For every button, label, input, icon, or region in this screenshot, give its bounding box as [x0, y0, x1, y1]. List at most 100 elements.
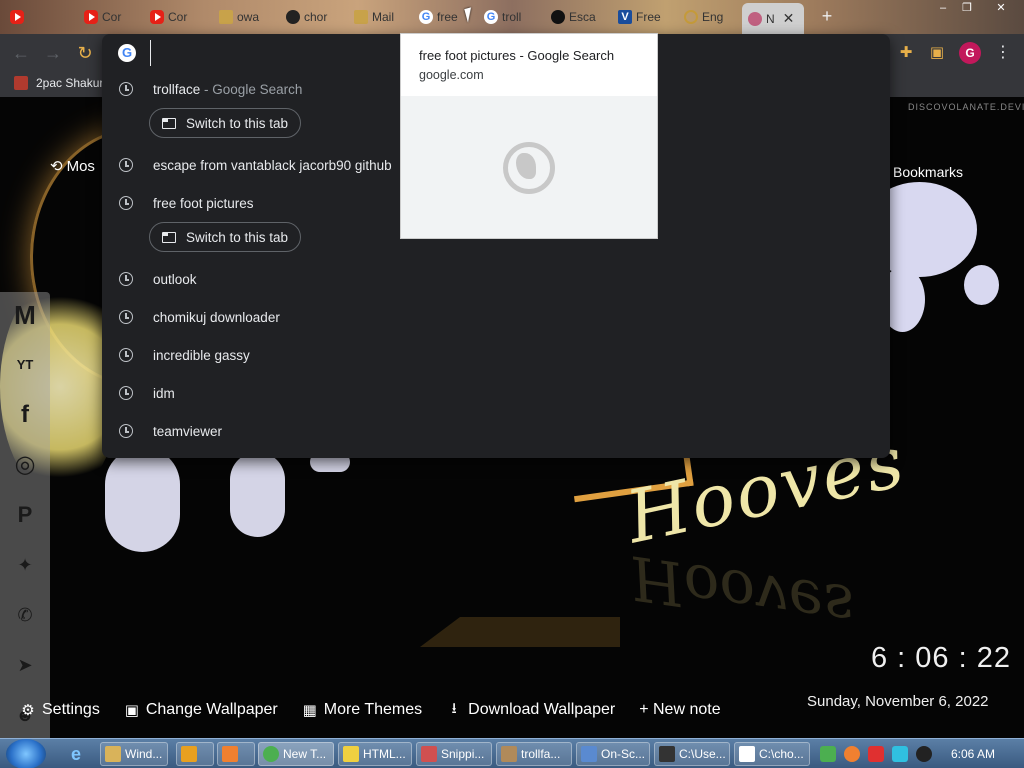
taskbar-button[interactable]: Snippi... [416, 742, 492, 766]
taskbar-button[interactable]: Wind... [100, 742, 168, 766]
suggestion-text: free foot pictures [153, 195, 254, 211]
menu-button[interactable]: ⋮ [995, 42, 1011, 64]
chrome-icon [263, 746, 279, 762]
gear-icon: ⚙ [21, 702, 35, 719]
internet-explorer-icon[interactable]: e [65, 744, 87, 764]
globe-icon [684, 10, 698, 24]
history-clock-icon [119, 272, 133, 286]
switch-to-tab-button[interactable]: Switch to this tab [149, 108, 302, 138]
tab-9[interactable]: Eng [678, 4, 742, 30]
taskbar-button[interactable]: trollfa... [496, 742, 572, 766]
history-clock-icon [119, 310, 133, 324]
minimize-button[interactable]: – [930, 0, 956, 16]
youtube-icon [150, 10, 164, 24]
image-icon: ▣ [124, 702, 139, 719]
google-icon: G [118, 44, 136, 62]
suggestion-item[interactable]: teamviewer [102, 415, 890, 447]
back-button[interactable]: ← [10, 42, 32, 64]
forward-button[interactable]: → [42, 42, 64, 64]
keyboard-icon [581, 746, 597, 762]
tab-active[interactable]: N ✕ [742, 3, 804, 34]
taskbar-clock[interactable]: 6:06 AM [951, 747, 995, 761]
suggestion-text: incredible gassy [153, 347, 250, 363]
date-display: Sunday, November 6, 2022 [807, 693, 989, 710]
suggestion-text: outlook [153, 271, 197, 287]
suggestion-item[interactable]: incredible gassy [102, 339, 890, 371]
hover-card-title: free foot pictures - Google Search [419, 48, 615, 63]
app-icon [222, 746, 238, 762]
media-player-icon [181, 746, 197, 762]
suggestion-text: idm [153, 385, 175, 401]
close-window-button[interactable]: ✕ [986, 0, 1016, 16]
network-icon[interactable] [820, 746, 836, 762]
suggestion-desc: - Google Search [204, 81, 303, 97]
close-icon[interactable]: ✕ [783, 10, 795, 27]
help-icon [343, 746, 359, 762]
tab-7[interactable]: Esca [545, 4, 609, 30]
suggestion-item[interactable]: idm [102, 377, 890, 409]
facebook-icon[interactable]: f [8, 398, 42, 432]
address-bar-input[interactable] [150, 40, 390, 66]
tab-8[interactable]: V Free [612, 4, 676, 30]
camera-icon [354, 10, 368, 24]
history-clock-icon [119, 196, 133, 210]
puzzle-icon[interactable]: ✚ [895, 42, 917, 64]
sidepanel-icon[interactable]: ▣ [926, 42, 948, 64]
history-clock-icon [119, 386, 133, 400]
folder-icon [105, 746, 121, 762]
tab-youtube-pinned[interactable] [4, 4, 32, 30]
history-clock-icon [119, 158, 133, 172]
more-themes-button[interactable]: ▦ More Themes [302, 701, 423, 719]
most-visited-button[interactable]: ⟲ Mos [50, 157, 95, 176]
taskbar-button[interactable] [217, 742, 255, 766]
taskbar-button[interactable]: C:\Use... [654, 742, 730, 766]
taskbar-button-active[interactable]: New T... [258, 742, 334, 766]
maximize-button[interactable]: ❐ [954, 0, 980, 16]
new-note-button[interactable]: + New note [639, 701, 720, 719]
snipping-tool-icon [421, 746, 437, 762]
wallpaper-shape [105, 447, 180, 552]
twitter-icon[interactable]: ✦ [8, 548, 42, 582]
tab-4[interactable]: Mail [348, 4, 412, 30]
taskbar-button[interactable]: C:\cho... [734, 742, 810, 766]
display-icon[interactable] [892, 746, 908, 762]
telegram-icon[interactable]: ➤ [8, 648, 42, 682]
suggestion-item[interactable]: outlook [102, 263, 890, 295]
bookmarks-link[interactable]: Bookmarks [893, 164, 963, 180]
pinterest-icon[interactable]: P [8, 498, 42, 532]
tab-2[interactable]: owa [213, 4, 277, 30]
windows-icon: ▦ [302, 702, 317, 719]
instagram-icon[interactable]: ◎ [8, 448, 42, 482]
suggestion-item[interactable]: chomikuj downloader [102, 301, 890, 333]
taskbar-button[interactable] [176, 742, 214, 766]
download-wallpaper-button[interactable]: ⭳ Download Wallpaper [446, 700, 616, 719]
gmail-icon[interactable]: M [8, 298, 42, 332]
start-button[interactable] [6, 739, 46, 768]
history-clock-icon [119, 424, 133, 438]
tray-app-icon[interactable] [844, 746, 860, 762]
reload-button[interactable]: ↻ [74, 42, 96, 64]
whatsapp-icon[interactable]: ✆ [8, 598, 42, 632]
tab-1[interactable]: Cor [144, 4, 208, 30]
youtube-icon[interactable]: YT [8, 348, 42, 382]
settings-button[interactable]: ⚙ Settings [20, 701, 100, 719]
new-tab-button[interactable]: + [817, 6, 837, 26]
taskbar-button[interactable]: HTML... [338, 742, 412, 766]
tab-6[interactable]: Gtroll [478, 4, 542, 30]
social-sidebar: M YT f ◎ P ✦ ✆ ➤ ☻ [0, 292, 50, 738]
bookmark-item[interactable]: 2pac Shakur [14, 76, 103, 90]
tray-app-icon[interactable] [868, 746, 884, 762]
github-icon [551, 10, 565, 24]
google-icon: G [419, 10, 433, 24]
7zip-icon [659, 746, 675, 762]
taskbar-button[interactable]: On-Sc... [576, 742, 650, 766]
tab-icon [162, 231, 176, 243]
tab-hover-card: free foot pictures - Google Search googl… [400, 33, 658, 239]
wallpaper-shape [964, 265, 999, 305]
tab-0[interactable]: Cor [78, 4, 142, 30]
tab-3[interactable]: chor [280, 4, 344, 30]
change-wallpaper-button[interactable]: ▣ Change Wallpaper [124, 701, 278, 719]
profile-avatar[interactable]: G [959, 42, 981, 64]
volume-icon[interactable] [916, 746, 932, 762]
switch-to-tab-button[interactable]: Switch to this tab [149, 222, 302, 252]
